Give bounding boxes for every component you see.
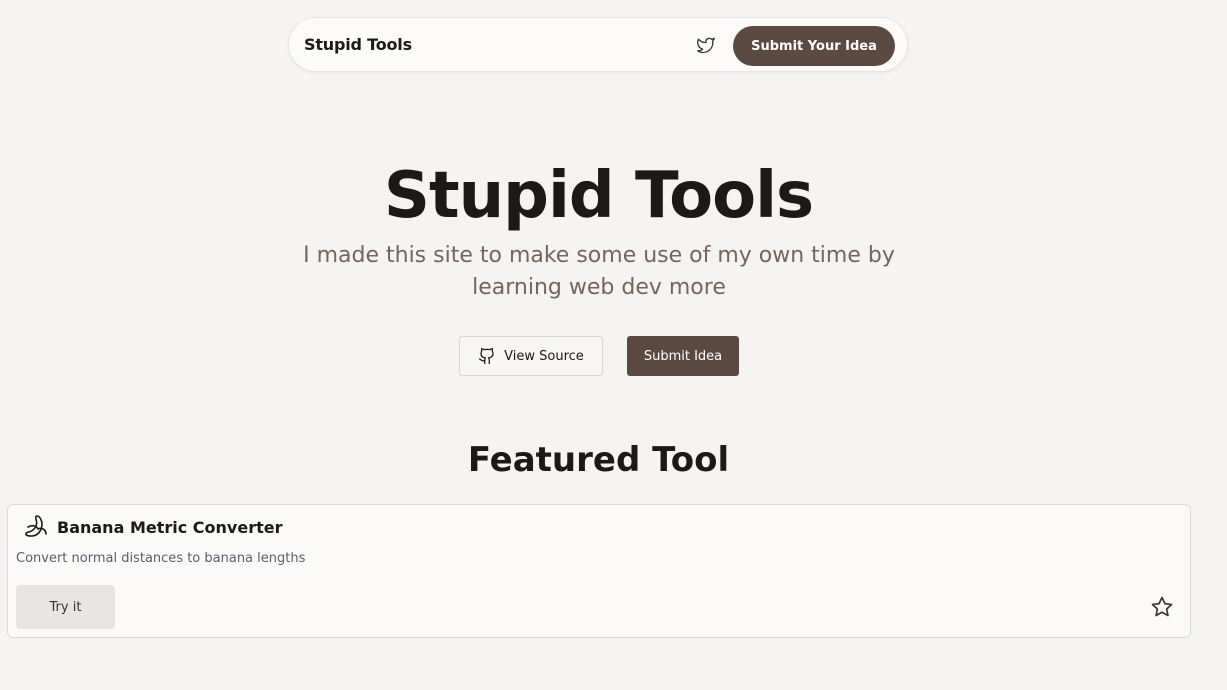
submit-idea-button[interactable]: Submit Idea bbox=[627, 336, 739, 376]
twitter-icon[interactable] bbox=[695, 35, 717, 55]
view-source-label: View Source bbox=[504, 348, 584, 364]
github-icon bbox=[478, 347, 496, 365]
hero-subtitle: I made this site to make some use of my … bbox=[303, 243, 895, 300]
brand-link[interactable]: Stupid Tools bbox=[304, 35, 412, 54]
submit-your-idea-button[interactable]: Submit Your Idea bbox=[733, 26, 895, 66]
try-it-button[interactable]: Try it bbox=[16, 585, 115, 629]
banana-icon bbox=[24, 514, 48, 538]
tool-name[interactable]: Banana Metric Converter bbox=[57, 518, 282, 537]
tool-description: Convert normal distances to banana lengt… bbox=[16, 551, 306, 566]
star-icon[interactable] bbox=[1150, 595, 1174, 619]
top-navbar: Stupid Tools Submit Your Idea bbox=[288, 17, 908, 72]
featured-tool-heading: Featured Tool bbox=[467, 440, 730, 480]
featured-tool-card: Banana Metric Converter Convert normal d… bbox=[7, 504, 1191, 638]
hero-title: Stupid Tools bbox=[383, 159, 814, 233]
view-source-button[interactable]: View Source bbox=[459, 336, 603, 376]
